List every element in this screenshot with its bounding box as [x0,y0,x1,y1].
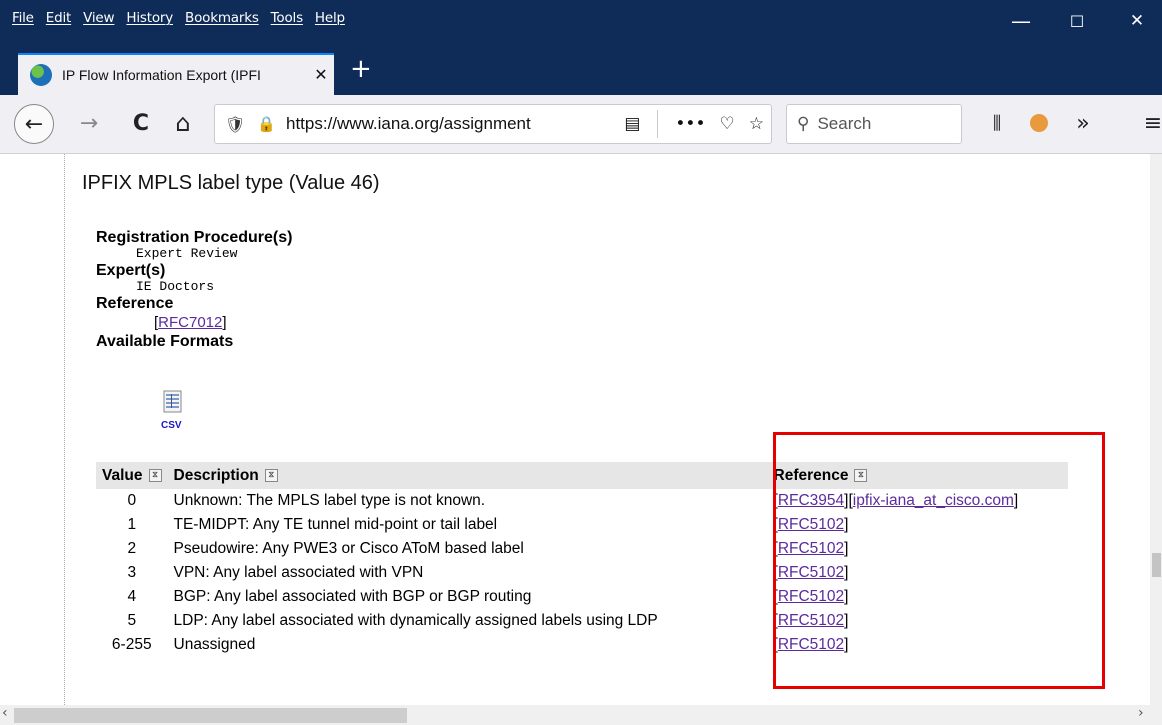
registration-value: Expert Review [136,246,238,261]
tab-ipfix[interactable]: IP Flow Information Export (IPFI ✕ [18,53,334,95]
value-column-header[interactable]: Value ⧖ [96,462,168,489]
description-cell: Unknown: The MPLS label type is not know… [173,492,486,509]
sort-icon[interactable]: ⧖ [264,468,278,482]
pocket-icon[interactable]: ♡ [720,114,735,134]
value-cell: 1 [127,516,137,533]
value-cell: 3 [127,564,137,581]
navigation-bar: ← → C ⌂ 🛡 🔒 https://www.iana.org/assignm… [0,95,1162,154]
registry-metadata: Registration Procedure(s) Expert Review … [96,228,292,351]
menu-view[interactable]: View [77,10,120,26]
horizontal-scroll-thumb[interactable] [14,708,407,723]
forward-button[interactable]: → [74,105,104,141]
description-cell: VPN: Any label associated with VPN [173,564,424,581]
csv-file-icon[interactable] [162,390,184,414]
experts-label: Expert(s) [96,262,166,279]
page-actions-button[interactable]: ••• [675,114,705,134]
description-cell: Pseudowire: Any PWE3 or Cisco AToM based… [173,540,524,557]
bookmark-star-icon[interactable]: ☆ [749,114,764,134]
menu-tools[interactable]: Tools [265,10,309,26]
value-cell: 0 [127,492,137,509]
reload-button[interactable]: C [126,105,156,141]
value-cell: 5 [127,612,137,629]
reference-value: [RFC7012] [154,314,227,331]
menu-bar: File Edit View History Bookmarks Tools H… [6,10,351,26]
toolbar-overflow-button[interactable]: » [1068,105,1098,141]
vertical-scroll-thumb[interactable] [1152,553,1161,577]
scroll-right-arrow-icon[interactable]: › [1138,705,1144,721]
search-placeholder: Search [817,114,872,133]
home-button[interactable]: ⌂ [166,105,200,141]
menu-history[interactable]: History [120,10,179,26]
tab-title: IP Flow Information Export (IPFI [62,67,261,83]
description-cell: LDP: Any label associated with dynamical… [173,612,658,629]
extension-icon[interactable] [1024,105,1054,141]
title-bar: File Edit View History Bookmarks Tools H… [0,0,1162,40]
menu-file[interactable]: File [6,10,40,26]
menu-hamburger-icon[interactable]: ≡ [1144,105,1162,141]
value-cell: 6-255 [111,636,152,653]
reference-column-highlight-box [773,432,1105,689]
menu-help[interactable]: Help [309,10,351,26]
tab-close-icon[interactable]: ✕ [308,65,334,85]
description-cell: TE-MIDPT: Any TE tunnel mid-point or tai… [173,516,498,533]
sort-icon[interactable]: ⧖ [148,468,162,482]
page-title: IPFIX MPLS label type (Value 46) [82,172,380,194]
scroll-left-arrow-icon[interactable]: ‹ [2,705,8,721]
description-cell: BGP: Any label associated with BGP or BG… [173,588,532,605]
formats-label: Available Formats [96,333,234,350]
description-column-header[interactable]: Description ⧖ [167,462,768,489]
left-rule [64,154,66,705]
csv-download-link[interactable]: CSV [161,420,182,431]
new-tab-button[interactable]: + [350,54,372,84]
shield-icon[interactable]: 🛡 [225,115,245,134]
description-cell: Unassigned [173,636,256,653]
url-text[interactable]: https://www.iana.org/assignment [286,114,617,134]
search-box[interactable]: ⚲ Search [786,104,962,144]
menu-bookmarks[interactable]: Bookmarks [179,10,265,26]
experts-value: IE Doctors [136,279,215,294]
value-cell: 2 [127,540,137,557]
lock-icon[interactable]: 🔒 [257,115,276,133]
url-separator [657,110,659,138]
address-bar[interactable]: 🛡 🔒 https://www.iana.org/assignment ▤ ••… [214,104,772,144]
reference-label: Reference [96,295,174,312]
value-cell: 4 [127,588,137,605]
registration-label: Registration Procedure(s) [96,229,293,246]
maximize-button[interactable]: ☐ [1054,6,1100,36]
menu-edit[interactable]: Edit [40,10,77,26]
iana-favicon-icon [30,64,52,86]
search-icon: ⚲ [797,114,810,134]
minimize-button[interactable]: — [998,6,1044,36]
back-button[interactable]: ← [14,104,54,144]
close-window-button[interactable]: ✕ [1114,6,1160,36]
reader-view-icon[interactable]: ▤ [624,114,640,134]
library-icon[interactable]: ⫼ [982,105,1012,141]
vertical-scrollbar[interactable] [1150,154,1162,705]
rfc7012-link[interactable]: RFC7012 [158,314,222,331]
